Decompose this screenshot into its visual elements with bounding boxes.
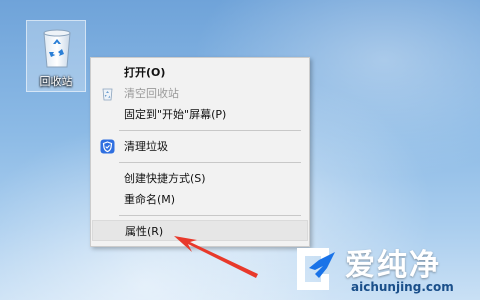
menu-item-label: 重命名(M) bbox=[124, 193, 176, 206]
aichunjing-logo-icon bbox=[297, 248, 335, 290]
menu-item-label: 清空回收站 bbox=[124, 87, 179, 100]
context-menu: 打开(O) 清空回收站 固定到"开始"屏幕(P) 清理垃圾 创建快捷方式(S) … bbox=[90, 57, 310, 247]
menu-item-clean-junk[interactable]: 清理垃圾 bbox=[92, 136, 308, 157]
menu-item-label: 创建快捷方式(S) bbox=[124, 172, 206, 185]
menu-item-label: 固定到"开始"屏幕(P) bbox=[124, 108, 227, 121]
menu-item-label: 打开(O) bbox=[124, 66, 166, 79]
menu-separator bbox=[119, 130, 301, 131]
menu-item-open[interactable]: 打开(O) bbox=[92, 62, 308, 83]
menu-item-empty-recycle-bin[interactable]: 清空回收站 bbox=[92, 83, 308, 104]
menu-separator bbox=[119, 215, 301, 216]
red-arrow-icon bbox=[174, 236, 258, 278]
watermark-url: aichunjing.com bbox=[351, 280, 454, 294]
recycle-bin-label: 回收站 bbox=[39, 75, 73, 88]
watermark: 爱纯净 aichunjing.com bbox=[285, 238, 480, 300]
menu-separator bbox=[119, 162, 301, 163]
menu-item-label: 属性(R) bbox=[125, 225, 164, 238]
recycle-bin-desktop-icon[interactable]: 回收站 bbox=[26, 20, 86, 92]
shield-clean-icon bbox=[100, 139, 115, 154]
recycle-bin-icon bbox=[43, 29, 71, 68]
menu-item-rename[interactable]: 重命名(M) bbox=[92, 189, 308, 210]
menu-item-create-shortcut[interactable]: 创建快捷方式(S) bbox=[92, 168, 308, 189]
menu-item-label: 清理垃圾 bbox=[124, 140, 168, 153]
recycle-bin-empty-icon bbox=[102, 88, 113, 101]
watermark-name: 爱纯净 bbox=[345, 248, 441, 283]
menu-item-pin-to-start[interactable]: 固定到"开始"屏幕(P) bbox=[92, 104, 308, 125]
